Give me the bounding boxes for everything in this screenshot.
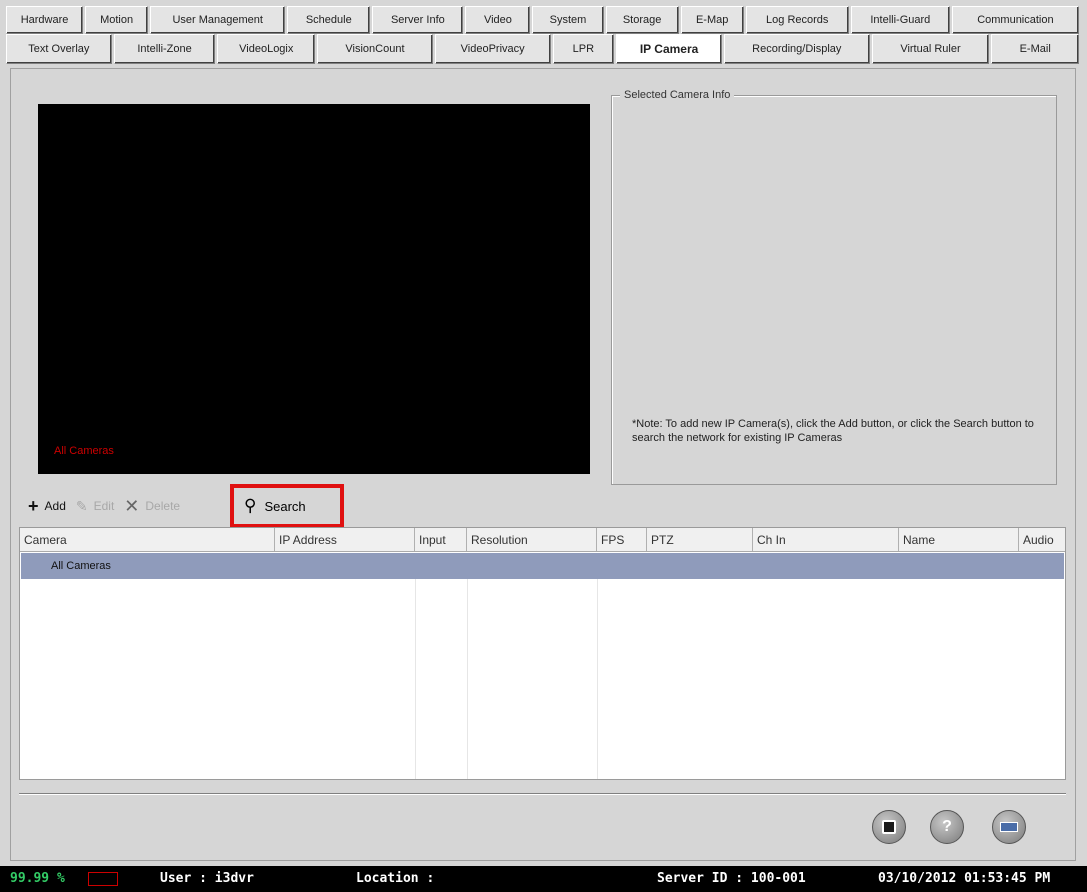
tab-e-map[interactable]: E-Map <box>680 6 744 34</box>
column-divider <box>467 579 468 779</box>
column-header-ch-in[interactable]: Ch In <box>753 528 899 551</box>
tab-ip-camera[interactable]: IP Camera <box>616 34 722 64</box>
grid-header: Camera IP Address Input Resolution FPS P… <box>20 528 1065 552</box>
status-indicator <box>88 872 118 886</box>
footer-separator <box>19 793 1066 795</box>
edit-icon: ✎ <box>75 497 88 514</box>
search-label: Search <box>264 498 306 514</box>
tab-log-records[interactable]: Log Records <box>745 6 849 34</box>
delete-label: Delete <box>145 499 181 513</box>
column-header-ip-address[interactable]: IP Address <box>275 528 415 551</box>
tab-system[interactable]: System <box>532 6 604 34</box>
status-server-id: Server ID : 100-001 <box>657 871 806 886</box>
tab-video[interactable]: Video <box>465 6 531 34</box>
app-window: Hardware Motion User Management Schedule… <box>0 0 1087 892</box>
tab-motion[interactable]: Motion <box>85 6 149 34</box>
plus-icon: + <box>28 495 39 516</box>
tab-storage[interactable]: Storage <box>605 6 679 34</box>
help-icon: ? <box>942 818 952 835</box>
tab-user-management[interactable]: User Management <box>150 6 286 34</box>
column-header-input[interactable]: Input <box>415 528 467 551</box>
tab-virtual-ruler[interactable]: Virtual Ruler <box>871 34 990 64</box>
column-header-ptz[interactable]: PTZ <box>647 528 753 551</box>
keyboard-icon <box>1000 822 1018 832</box>
status-bar: 99.99 % User : i3dvr Location : Server I… <box>0 866 1087 892</box>
tab-row-1: Hardware Motion User Management Schedule… <box>6 6 1081 34</box>
video-preview[interactable] <box>38 104 590 474</box>
help-button[interactable]: ? <box>930 810 964 844</box>
column-divider <box>415 579 416 779</box>
tab-recording-display[interactable]: Recording/Display <box>723 34 870 64</box>
column-header-fps[interactable]: FPS <box>597 528 647 551</box>
tab-intelli-guard[interactable]: Intelli-Guard <box>850 6 950 34</box>
column-header-resolution[interactable]: Resolution <box>467 528 597 551</box>
tab-videologix[interactable]: VideoLogix <box>217 34 316 64</box>
tab-e-mail[interactable]: E-Mail <box>991 34 1080 64</box>
tab-server-info[interactable]: Server Info <box>372 6 464 34</box>
tab-lpr[interactable]: LPR <box>552 34 615 64</box>
tab-visioncount[interactable]: VisionCount <box>317 34 433 64</box>
column-header-audio[interactable]: Audio <box>1019 528 1065 551</box>
add-camera-note: *Note: To add new IP Camera(s), click th… <box>632 418 1034 444</box>
delete-button[interactable]: ✕ Delete <box>124 496 180 517</box>
delete-icon: ✕ <box>124 495 140 516</box>
status-datetime: 03/10/2012 01:53:45 PM <box>878 871 1051 886</box>
video-overlay-label: All Cameras <box>54 445 114 457</box>
tab-intelli-zone[interactable]: Intelli-Zone <box>113 34 216 64</box>
camera-grid: Camera IP Address Input Resolution FPS P… <box>19 527 1066 780</box>
tab-row-2: Text Overlay Intelli-Zone VideoLogix Vis… <box>6 34 1081 64</box>
edit-label: Edit <box>93 499 115 513</box>
add-label: Add <box>44 499 66 513</box>
search-button[interactable]: ⚲ Search <box>230 484 344 528</box>
status-percent: 99.99 % <box>10 871 65 886</box>
save-icon <box>882 820 896 834</box>
search-icon: ⚲ <box>244 496 257 515</box>
selected-camera-info-legend: Selected Camera Info <box>620 89 735 101</box>
tab-hardware[interactable]: Hardware <box>6 6 84 34</box>
keyboard-button[interactable] <box>992 810 1026 844</box>
tab-schedule[interactable]: Schedule <box>287 6 371 34</box>
tab-text-overlay[interactable]: Text Overlay <box>6 34 112 64</box>
cell-camera: All Cameras <box>51 560 111 572</box>
camera-toolbar: + Add ✎ Edit ✕ Delete <box>28 490 190 522</box>
table-row[interactable]: All Cameras <box>21 553 1064 579</box>
column-header-camera[interactable]: Camera <box>20 528 275 551</box>
column-divider <box>597 579 598 779</box>
save-button[interactable] <box>872 810 906 844</box>
add-button[interactable]: + Add <box>28 496 66 517</box>
edit-button[interactable]: ✎ Edit <box>76 498 114 515</box>
column-header-name[interactable]: Name <box>899 528 1019 551</box>
tab-communication[interactable]: Communication <box>951 6 1079 34</box>
status-location: Location : <box>356 871 435 886</box>
tab-videoprivacy[interactable]: VideoPrivacy <box>434 34 551 64</box>
status-user: User : i3dvr <box>160 871 254 886</box>
